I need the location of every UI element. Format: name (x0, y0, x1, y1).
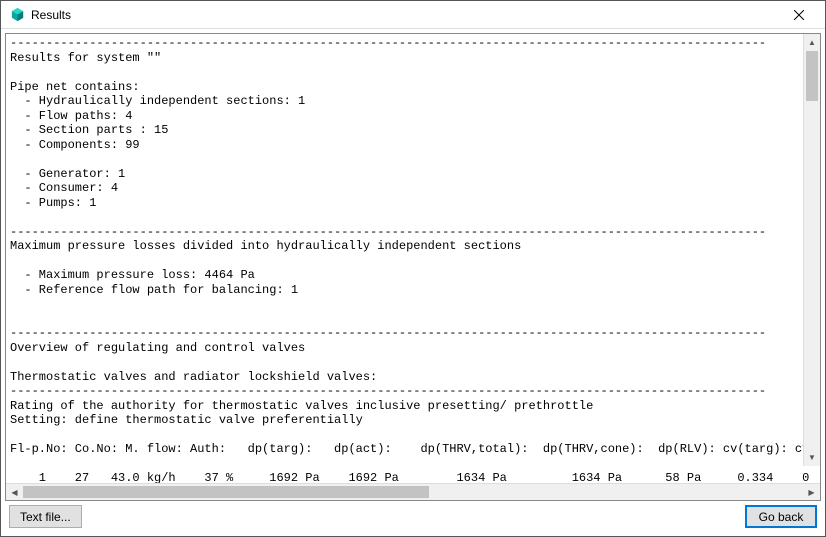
app-cube-icon (9, 7, 25, 23)
horizontal-scrollbar[interactable]: ◀ ▶ (6, 483, 820, 500)
report-panel: ----------------------------------------… (5, 33, 821, 501)
close-button[interactable] (779, 2, 819, 28)
scroll-right-arrow-icon[interactable]: ▶ (803, 484, 820, 500)
horizontal-scroll-track[interactable] (23, 484, 803, 500)
vertical-scroll-thumb[interactable] (806, 51, 818, 101)
scroll-down-arrow-icon[interactable]: ▼ (804, 449, 820, 466)
report-viewport: ----------------------------------------… (6, 34, 820, 483)
vertical-scrollbar[interactable]: ▲ ▼ (803, 34, 820, 466)
go-back-button[interactable]: Go back (745, 505, 817, 528)
button-bar: Text file... Go back (5, 501, 821, 532)
horizontal-scroll-thumb[interactable] (23, 486, 429, 498)
text-file-button[interactable]: Text file... (9, 505, 82, 528)
report-text: ----------------------------------------… (6, 34, 820, 483)
window-title: Results (31, 8, 779, 22)
scroll-up-arrow-icon[interactable]: ▲ (804, 34, 820, 51)
titlebar: Results (1, 1, 825, 29)
scroll-left-arrow-icon[interactable]: ◀ (6, 484, 23, 500)
content-area: ----------------------------------------… (1, 29, 825, 536)
